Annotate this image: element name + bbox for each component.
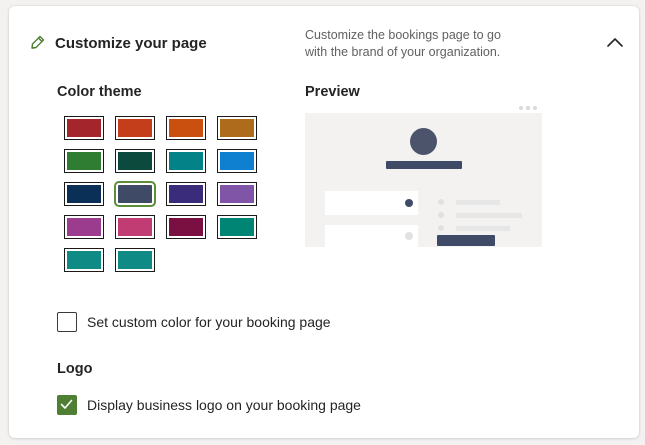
custom-color-checkbox[interactable] [57,312,77,332]
preview-text-line [456,226,510,231]
paintbrush-icon [29,33,47,51]
preview-list-dot [438,225,444,231]
color-swatch[interactable] [115,116,155,140]
color-swatch[interactable] [115,149,155,173]
preview-topbar-dot [526,106,530,110]
preview-button [437,235,495,246]
display-logo-checkbox[interactable] [57,395,77,415]
color-swatch[interactable] [64,182,104,206]
preview-slot-check [405,199,413,207]
color-swatch[interactable] [217,116,257,140]
color-swatch[interactable] [166,182,206,206]
preview-topbar [305,103,542,113]
color-swatch[interactable] [217,215,257,239]
logo-title: Logo [57,361,93,377]
page-title: Customize your page [55,35,207,52]
color-swatch[interactable] [115,248,155,272]
display-logo-label[interactable]: Display business logo on your booking pa… [87,397,361,413]
preview-text-line [456,213,522,218]
booking-page-preview [305,103,542,247]
color-swatch[interactable] [64,149,104,173]
color-swatch[interactable] [166,215,206,239]
color-theme-title: Color theme [57,84,142,100]
checkmark-icon [60,399,73,409]
color-swatch[interactable] [166,149,206,173]
preview-slot-dot [405,232,413,240]
color-swatch[interactable] [217,149,257,173]
preview-avatar [410,128,437,155]
preview-slot [325,225,418,247]
preview-text-line [456,200,500,205]
color-swatch[interactable] [64,248,104,272]
preview-list-dot [438,212,444,218]
customize-page-card: Customize your page Customize the bookin… [9,6,639,438]
preview-topbar-dot [533,106,537,110]
color-swatch-selected[interactable] [114,181,156,207]
preview-slot-selected [325,191,418,215]
preview-list-dot [438,199,444,205]
header-description: Customize the bookings page to go with t… [305,28,501,59]
color-swatch[interactable] [115,215,155,239]
color-swatch[interactable] [64,116,104,140]
preview-title: Preview [305,84,360,100]
preview-topbar-dot [519,106,523,110]
chevron-up-icon[interactable] [604,34,626,52]
custom-color-label[interactable]: Set custom color for your booking page [87,314,331,330]
preview-name-bar [386,161,462,169]
color-swatch[interactable] [166,116,206,140]
color-swatch[interactable] [217,182,257,206]
color-swatch[interactable] [64,215,104,239]
